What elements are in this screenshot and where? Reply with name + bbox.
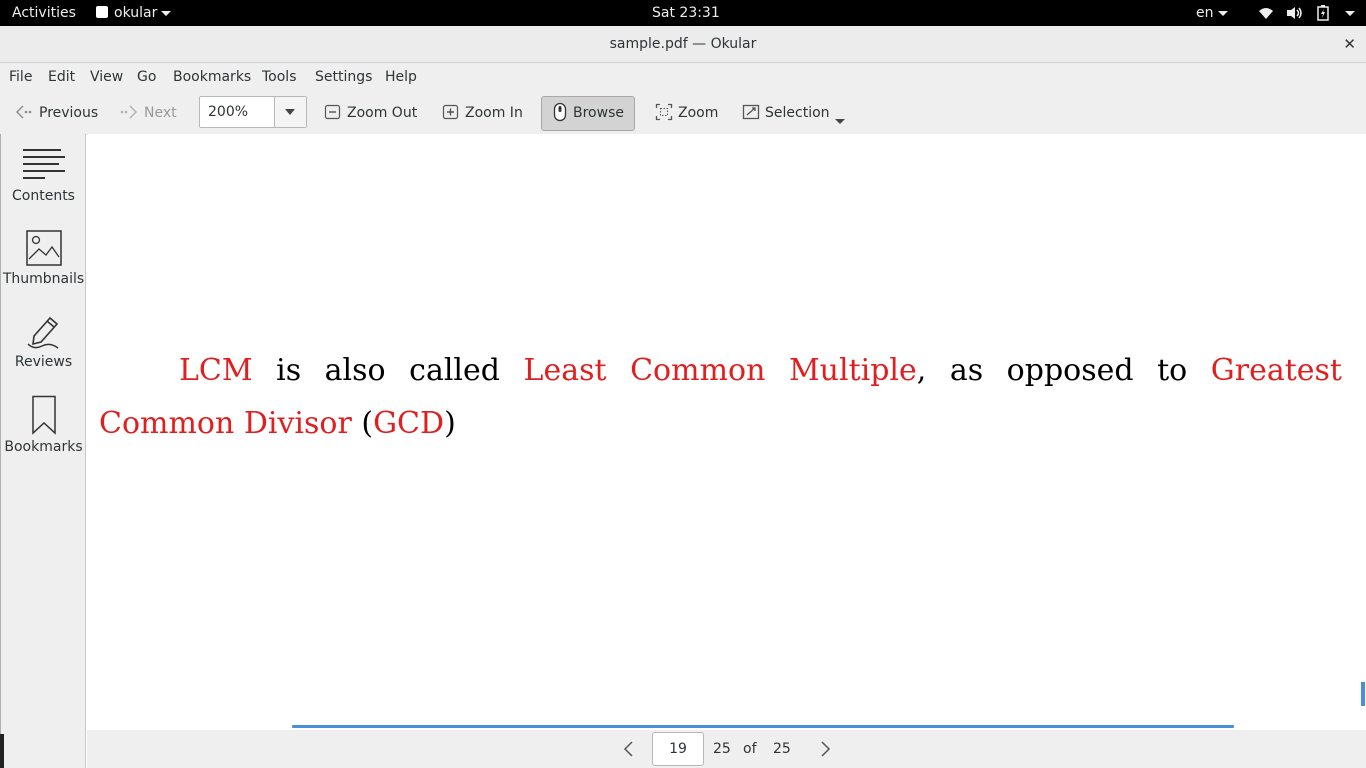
close-icon[interactable]: ✕	[1343, 26, 1356, 62]
horizontal-scrollbar[interactable]	[292, 725, 1234, 728]
sidebar-item-label: Contents	[12, 188, 75, 204]
zoom-level-dropdown-button[interactable]	[274, 97, 306, 127]
text-run: , as opposed to	[916, 353, 1211, 388]
zoom-level-combobox[interactable]: 200%	[199, 96, 307, 128]
activities-button[interactable]: Activities	[12, 0, 76, 26]
chevron-down-icon	[1345, 10, 1356, 16]
next-label: Next	[144, 105, 177, 121]
sidebar-item-thumbnails[interactable]: Thumbnails	[1, 229, 86, 287]
mouse-icon	[553, 102, 567, 122]
menu-help[interactable]: Help	[385, 63, 417, 91]
chevron-right-icon[interactable]	[818, 741, 832, 757]
sidebar-item-contents[interactable]: Contents	[1, 146, 86, 204]
text-run: (	[351, 406, 374, 441]
sidebar-item-reviews[interactable]: Reviews	[1, 312, 86, 370]
battery-icon	[1317, 5, 1329, 21]
zoom-in-label: Zoom In	[465, 105, 523, 121]
zoom-out-label: Zoom Out	[347, 105, 418, 121]
menu-view[interactable]: View	[90, 63, 123, 91]
wifi-icon	[1259, 8, 1273, 19]
previous-label: Previous	[39, 105, 99, 121]
page-of-label: of	[743, 741, 757, 757]
window-edge	[0, 734, 4, 768]
sidebar-item-label: Thumbnails	[2, 271, 85, 287]
chevron-left-icon[interactable]	[622, 741, 636, 757]
menu-settings[interactable]: Settings	[315, 63, 372, 91]
app-menu-label: okular	[114, 5, 158, 21]
clock[interactable]: Sat 23:31	[652, 0, 720, 26]
document-view[interactable]: LCM is also called Least Common Multiple…	[87, 134, 1366, 730]
menu-bar: File Edit View Go Bookmarks Tools Settin…	[0, 63, 1366, 91]
app-menu[interactable]: okular	[96, 0, 172, 26]
page-navigation-bar: 19 25 of 25	[87, 730, 1366, 768]
zoom-out-icon	[324, 104, 341, 120]
zoom-tool-label: Zoom	[678, 105, 719, 121]
link-gcd[interactable]: GCD	[373, 406, 444, 441]
previous-icon	[16, 105, 32, 119]
text-run: is also called	[252, 353, 524, 388]
selection-label: Selection	[765, 105, 830, 121]
next-button[interactable]: Next	[119, 97, 177, 129]
selection-icon	[742, 104, 760, 120]
chevron-down-icon[interactable]	[835, 119, 845, 124]
language-selector[interactable]: en	[1196, 0, 1228, 26]
contents-icon	[22, 149, 65, 179]
menu-file[interactable]: File	[9, 63, 32, 91]
previous-button[interactable]: Previous	[14, 97, 98, 129]
chevron-down-icon	[285, 109, 295, 115]
browse-label: Browse	[573, 105, 624, 121]
zoom-level-value: 200%	[208, 104, 249, 120]
system-status-menu[interactable]	[1258, 0, 1356, 26]
app-icon	[96, 6, 108, 18]
vertical-scrollbar[interactable]	[1361, 682, 1365, 706]
selection-tool-button[interactable]: Selection	[742, 97, 830, 129]
menu-tools[interactable]: Tools	[262, 63, 297, 91]
sidebar-item-bookmarks[interactable]: Bookmarks	[1, 395, 86, 455]
zoom-tool-button[interactable]: Zoom	[655, 97, 718, 129]
zoom-in-icon	[442, 104, 459, 120]
sidebar-item-label: Bookmarks	[4, 439, 83, 455]
system-top-bar: Activities okular Sat 23:31 en	[0, 0, 1366, 26]
sidebar: Contents Thumbnails Reviews Bookmarks	[0, 134, 86, 768]
chevron-down-icon	[161, 10, 172, 16]
bookmarks-icon	[31, 395, 56, 435]
zoom-in-button[interactable]: Zoom In	[442, 97, 523, 129]
window-title: sample.pdf — Okular	[609, 36, 757, 52]
text-run: )	[444, 406, 456, 441]
next-icon	[120, 105, 137, 119]
page-label: 25	[713, 741, 731, 757]
link-least-common-multiple[interactable]: Least Common Multiple	[524, 353, 917, 388]
browse-tool-button[interactable]: Browse	[541, 96, 635, 131]
sidebar-item-label: Reviews	[14, 354, 73, 370]
zoom-out-button[interactable]: Zoom Out	[324, 97, 417, 129]
menu-bookmarks[interactable]: Bookmarks	[173, 63, 251, 91]
zoom-area-icon	[655, 103, 673, 121]
reviews-icon	[26, 316, 58, 349]
main-toolbar: Previous Next 200% Zoom Out Zoom In Brow…	[0, 91, 1366, 135]
menu-go[interactable]: Go	[137, 63, 156, 91]
chevron-down-icon	[1217, 10, 1228, 16]
link-lcm[interactable]: LCM	[179, 353, 253, 388]
volume-icon	[1287, 7, 1303, 19]
document-paragraph: LCM is also called Least Common Multiple…	[99, 344, 1342, 450]
page-number-input[interactable]: 19	[652, 732, 704, 766]
thumbnails-icon	[25, 230, 62, 266]
window-title-bar: sample.pdf — Okular ✕	[0, 26, 1366, 63]
menu-edit[interactable]: Edit	[48, 63, 75, 91]
total-pages: 25	[773, 741, 791, 757]
language-label: en	[1196, 5, 1214, 21]
